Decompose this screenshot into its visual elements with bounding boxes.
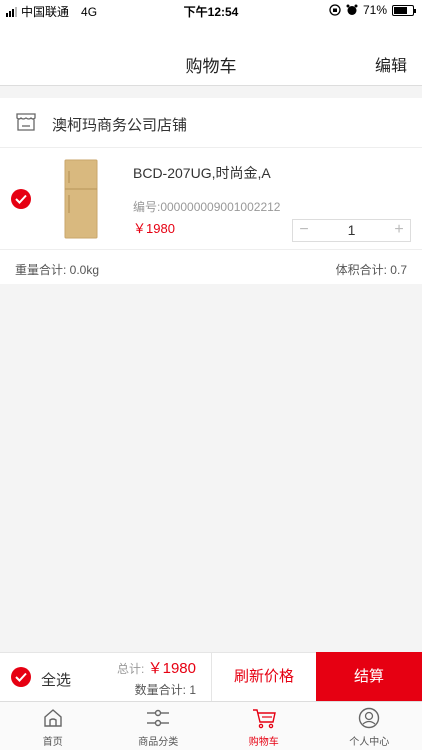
checkout-button[interactable]: 结算	[316, 652, 422, 701]
edit-button[interactable]: 编辑	[375, 52, 407, 76]
cart-icon	[252, 709, 276, 729]
total-amount: ￥1980	[147, 660, 196, 677]
store-name: 澳柯玛商务公司店铺	[52, 117, 188, 134]
volume-total: 体积合计: 0.7	[335, 263, 407, 277]
item-name[interactable]: BCD-207UG,时尚金,A	[133, 163, 271, 183]
totals: 总计: ￥1980 数量合计: 1	[100, 657, 196, 698]
store-icon	[16, 113, 36, 131]
tab-label: 商品分类	[138, 737, 179, 748]
store-header[interactable]: 澳柯玛商务公司店铺	[0, 98, 422, 148]
category-icon	[147, 709, 170, 727]
home-icon	[44, 709, 62, 727]
tab-profile[interactable]: 个人中心	[317, 702, 422, 750]
weight-total: 重量合计: 0.0kg	[15, 263, 100, 277]
increase-button[interactable]: +	[388, 220, 410, 241]
checkmark-icon	[15, 194, 27, 204]
tab-bar: 首页 商品分类 购物车 个人中心	[0, 701, 422, 750]
total-label: 总计:	[116, 662, 145, 676]
tab-cart[interactable]: 购物车	[211, 702, 317, 750]
rotation-lock-icon	[329, 4, 341, 16]
tab-category[interactable]: 商品分类	[106, 702, 212, 750]
quantity-stepper: − 1 +	[292, 219, 411, 242]
select-all-checkbox[interactable]	[11, 667, 31, 687]
item-code: 编号:000000009001002212	[133, 200, 281, 214]
refresh-price-button[interactable]: 刷新价格	[211, 653, 316, 701]
alarm-icon	[346, 4, 358, 15]
cart-item[interactable]: BCD-207UG,时尚金,A 编号:000000009001002212 ￥1…	[0, 148, 422, 250]
battery-icon	[392, 4, 416, 16]
battery-percent: 71%	[362, 3, 387, 17]
item-price: ￥1980	[133, 221, 175, 236]
select-all-label[interactable]: 全选	[41, 669, 71, 690]
item-summary: 重量合计: 0.0kg 体积合计: 0.7	[0, 250, 422, 284]
item-checkbox[interactable]	[11, 189, 31, 209]
quantity-value[interactable]: 1	[315, 220, 388, 241]
tab-label: 购物车	[248, 737, 279, 748]
checkmark-icon	[15, 672, 27, 682]
tab-home[interactable]: 首页	[0, 702, 106, 750]
page-title: 购物车	[185, 57, 237, 76]
quantity-total: 数量合计: 1	[134, 683, 196, 697]
status-bar: 中国联通 4G 下午12:54 71%	[0, 0, 422, 20]
checkout-bar: 全选 总计: ￥1980 数量合计: 1 刷新价格 结算	[0, 652, 422, 701]
product-image[interactable]	[64, 159, 98, 239]
nav-bar: 购物车 编辑	[0, 20, 422, 86]
tab-label: 个人中心	[349, 737, 390, 748]
user-icon	[359, 707, 380, 729]
decrease-button[interactable]: −	[293, 220, 315, 241]
tab-label: 首页	[42, 737, 63, 748]
